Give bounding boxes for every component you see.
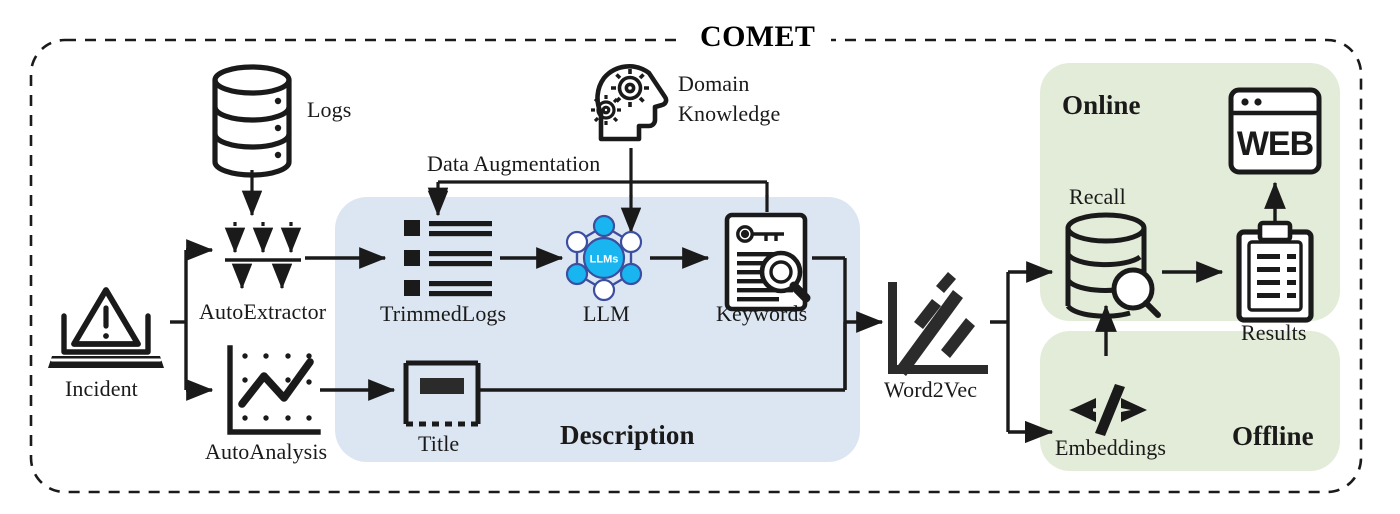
database-cylinder-icon [212, 64, 292, 178]
embeddings-label: Embeddings [1055, 435, 1166, 460]
data-augmentation-label: Data Augmentation [427, 151, 601, 176]
clipboard-list-icon [1236, 220, 1314, 323]
comet-title-badge: COMET [684, 18, 832, 58]
offline-panel-label: Offline [1232, 421, 1314, 451]
autoanalysis-label: AutoAnalysis [205, 439, 328, 464]
head-gears-icon [591, 64, 669, 142]
logs-label: Logs [307, 97, 352, 122]
svg-text:LLMs: LLMs [590, 254, 619, 266]
vector-axis-slashes-icon [888, 272, 988, 376]
online-panel-label: Online [1062, 90, 1141, 120]
line-chart-icon [227, 345, 321, 435]
results-label: Results [1241, 320, 1307, 345]
document-key-magnifier-icon [724, 212, 811, 312]
llm-label: LLM [583, 301, 630, 326]
diagram-canvas: LLMs WEB COMET Logs Domain Knowledge Dat… [0, 0, 1400, 514]
domain-knowledge-label-line2: Knowledge [678, 101, 781, 126]
trimmedlogs-label: TrimmedLogs [380, 301, 507, 326]
word2vec-label: Word2Vec [884, 377, 978, 402]
title-label: Title [418, 431, 460, 456]
keywords-label: Keywords [716, 301, 808, 326]
browser-window-icon: WEB [1228, 87, 1322, 175]
domain-knowledge-label-line1: Domain [678, 71, 750, 96]
downward-arrows-filter-icon [224, 222, 302, 290]
svg-text:WEB: WEB [1237, 125, 1314, 163]
description-panel-label: Description [560, 420, 695, 450]
incident-label: Incident [65, 376, 138, 401]
incident-laptop-warning-icon [48, 287, 164, 368]
recall-label: Recall [1069, 184, 1126, 209]
autoextractor-label: AutoExtractor [199, 299, 327, 324]
page-title: COMET [700, 20, 816, 53]
